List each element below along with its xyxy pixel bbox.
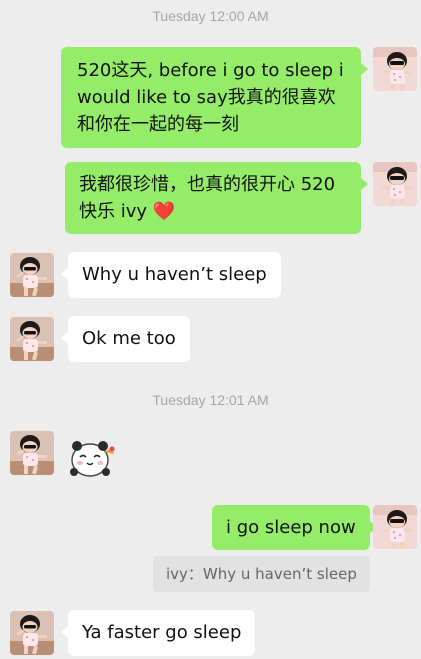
dancing-girl-avatar-icon [10, 431, 54, 475]
message-bubble-mine[interactable]: 我都很珍惜，也真的很开心 520 快乐 ivy ❤️ [65, 162, 368, 234]
avatar-me[interactable] [373, 505, 417, 549]
panda-sticker-icon [70, 441, 115, 477]
quoted-reply[interactable]: ivy：Why u haven’t sleep [153, 556, 370, 592]
message-bubble-theirs[interactable]: Why u haven’t sleep [61, 252, 281, 298]
avatar-them[interactable] [10, 431, 54, 475]
avatar-me[interactable] [373, 47, 417, 91]
message-bubble-theirs[interactable]: Ya faster go sleep [60, 610, 256, 656]
avatar-them[interactable] [10, 611, 54, 655]
dancing-girl-avatar-icon [10, 317, 54, 361]
dancing-girl-avatar-icon [10, 611, 54, 655]
message-text: i go sleep now [226, 517, 356, 538]
sunglasses-girl-avatar-icon [373, 47, 417, 91]
red-heart-icon: ❤️ [152, 201, 176, 222]
dancing-girl-avatar-icon [10, 253, 54, 297]
avatar-me[interactable] [373, 162, 417, 206]
sunglasses-girl-avatar-icon [373, 505, 417, 549]
message-text: Why u haven’t sleep [82, 264, 267, 285]
sunglasses-girl-avatar-icon [373, 162, 417, 206]
avatar-them[interactable] [10, 317, 54, 361]
avatar-them[interactable] [10, 253, 54, 297]
message-bubble-theirs[interactable]: Ok me too [61, 316, 190, 362]
message-text: Ya faster go sleep [82, 622, 242, 643]
message-text: Ok me too [82, 328, 176, 349]
quoted-reply-text: ivy：Why u haven’t sleep [166, 565, 357, 583]
message-bubble-mine[interactable]: i go sleep now [212, 505, 377, 550]
panda-sticker[interactable] [66, 430, 118, 486]
message-text: 520这天, before i go to sleep i would like… [77, 60, 344, 135]
message-bubble-mine[interactable]: 520这天, before i go to sleep i would like… [61, 47, 368, 148]
timestamp-1: Tuesday 12:00 AM [152, 8, 269, 24]
timestamp-2: Tuesday 12:01 AM [152, 392, 269, 408]
message-text: 我都很珍惜，也真的很开心 520 快乐 ivy [79, 174, 336, 222]
